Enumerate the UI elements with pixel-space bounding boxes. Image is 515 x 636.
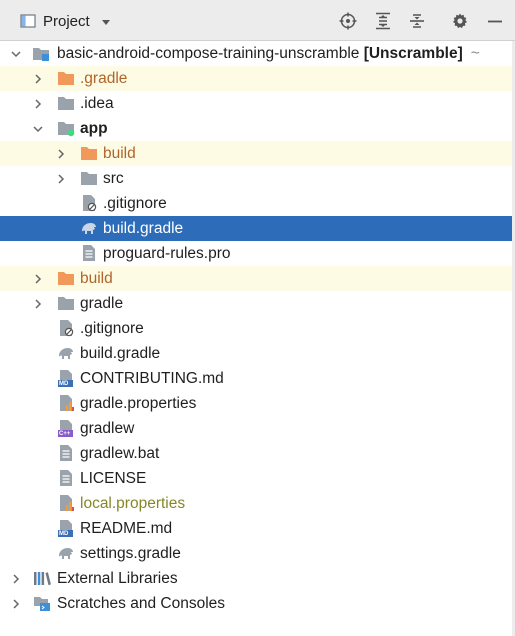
tree-item-label: src (103, 170, 124, 187)
android-module-folder-icon (57, 119, 75, 137)
tree-item-dot-gradle[interactable]: .gradle (0, 66, 512, 91)
module-folder-icon (32, 44, 50, 62)
md-badge-text: MD (59, 381, 69, 387)
text-file-icon (57, 444, 75, 462)
dropdown-caret-icon[interactable] (100, 15, 112, 27)
folder-icon (57, 294, 75, 312)
chevron-down-icon[interactable] (10, 47, 22, 59)
tree-item-label: Scratches and Consoles (57, 595, 226, 612)
md-badge-text: MD (59, 531, 69, 537)
tree-item-label: .gitignore (103, 195, 167, 212)
collapse-all-icon[interactable] (408, 12, 426, 30)
tree-item-license[interactable]: LICENSE (0, 466, 512, 491)
excluded-folder-icon (57, 69, 75, 87)
tree-item-label: settings.gradle (80, 545, 181, 562)
project-view-selector[interactable]: Project (20, 11, 112, 31)
excluded-folder-icon (80, 144, 98, 162)
chevron-right-icon[interactable] (55, 147, 67, 159)
tree-item-label: README.md (80, 520, 173, 537)
tree-item-label: build (80, 270, 113, 287)
tree-item-label: gradlew.bat (80, 445, 160, 462)
tree-item-src[interactable]: src (0, 166, 512, 191)
properties-file-icon (57, 394, 75, 412)
properties-file-icon (57, 494, 75, 512)
chevron-right-icon[interactable] (32, 97, 44, 109)
tree-item-label: local.properties (80, 495, 186, 512)
project-view-icon (20, 13, 36, 29)
folder-icon (57, 94, 75, 112)
module-name: [Unscramble] (363, 45, 463, 62)
tree-item-label: build (103, 145, 136, 162)
ignore-file-icon (80, 194, 98, 212)
text-file-icon (57, 469, 75, 487)
tree-item-build-gradle[interactable]: build.gradle (0, 341, 512, 366)
expand-all-icon[interactable] (374, 12, 392, 30)
libraries-icon (33, 569, 51, 587)
tree-item-app-build[interactable]: build (0, 141, 512, 166)
tree-item-idea[interactable]: .idea (0, 91, 512, 116)
hide-minus-icon[interactable] (486, 12, 504, 30)
tree-item-label: gradle (80, 295, 124, 312)
chevron-right-icon[interactable] (10, 572, 22, 584)
text-file-icon (80, 244, 98, 262)
tree-item-contributing[interactable]: MD CONTRIBUTING.md (0, 366, 512, 391)
chevron-right-icon[interactable] (32, 72, 44, 84)
chevron-right-icon[interactable] (10, 597, 22, 609)
tree-item-gradle[interactable]: gradle (0, 291, 512, 316)
tree-item-app-build-gradle[interactable]: build.gradle (0, 216, 512, 241)
ignore-file-icon (57, 319, 75, 337)
settings-gear-icon[interactable] (451, 12, 469, 30)
tree-item-proguard-rules[interactable]: proguard-rules.pro (0, 241, 512, 266)
tree-item-label: build.gradle (80, 345, 161, 362)
tree-item-label: LICENSE (80, 470, 147, 487)
tree-item-build[interactable]: build (0, 266, 512, 291)
tree-item-gradlew-bat[interactable]: gradlew.bat (0, 441, 512, 466)
tree-item-gradle-properties[interactable]: gradle.properties (0, 391, 512, 416)
tree-item-local-properties[interactable]: local.properties (0, 491, 512, 516)
tree-item-readme[interactable]: MD README.md (0, 516, 512, 541)
gradle-elephant-icon (57, 544, 75, 562)
tree-item-label: External Libraries (57, 570, 178, 587)
gradle-elephant-icon (80, 219, 98, 237)
excluded-folder-icon (57, 269, 75, 287)
tree-item-app-gitignore[interactable]: .gitignore (0, 191, 512, 216)
chevron-down-icon[interactable] (32, 122, 44, 134)
tree-item-label: .gradle (80, 70, 128, 87)
tree-item-settings-gradle[interactable]: settings.gradle (0, 541, 512, 566)
folder-icon (80, 169, 98, 187)
tree-item-label: build.gradle (103, 220, 184, 237)
tree-item-external-libraries[interactable]: External Libraries (0, 566, 512, 591)
scratches-icon (33, 594, 51, 612)
tree-item-scratches-consoles[interactable]: Scratches and Consoles (0, 591, 512, 616)
tree-root-row[interactable]: basic-android-compose-training-unscrambl… (0, 41, 512, 66)
chevron-right-icon[interactable] (32, 272, 44, 284)
tree-root-label: basic-android-compose-training-unscrambl… (57, 45, 480, 63)
tree-item-label: gradlew (80, 420, 135, 437)
tree-item-label: proguard-rules.pro (103, 245, 231, 262)
project-toolbar: Project (0, 0, 515, 41)
tree-item-label: .gitignore (80, 320, 144, 337)
cpp-badge-text: C++ (59, 431, 71, 437)
chevron-right-icon[interactable] (55, 172, 67, 184)
more-indicator: ~ (470, 45, 480, 62)
locate-icon[interactable] (339, 12, 357, 30)
tree-item-gitignore[interactable]: .gitignore (0, 316, 512, 341)
gradle-elephant-icon (57, 344, 75, 362)
project-view-label: Project (43, 12, 90, 30)
project-name: basic-android-compose-training-unscrambl… (57, 45, 360, 62)
tree-item-label: CONTRIBUTING.md (80, 370, 224, 387)
tree-item-label: app (80, 120, 108, 137)
tree-item-app[interactable]: app (0, 116, 512, 141)
tree-item-label: gradle.properties (80, 395, 197, 412)
chevron-right-icon[interactable] (32, 297, 44, 309)
tree-item-label: .idea (80, 95, 114, 112)
tree-item-gradlew[interactable]: C++ gradlew (0, 416, 512, 441)
